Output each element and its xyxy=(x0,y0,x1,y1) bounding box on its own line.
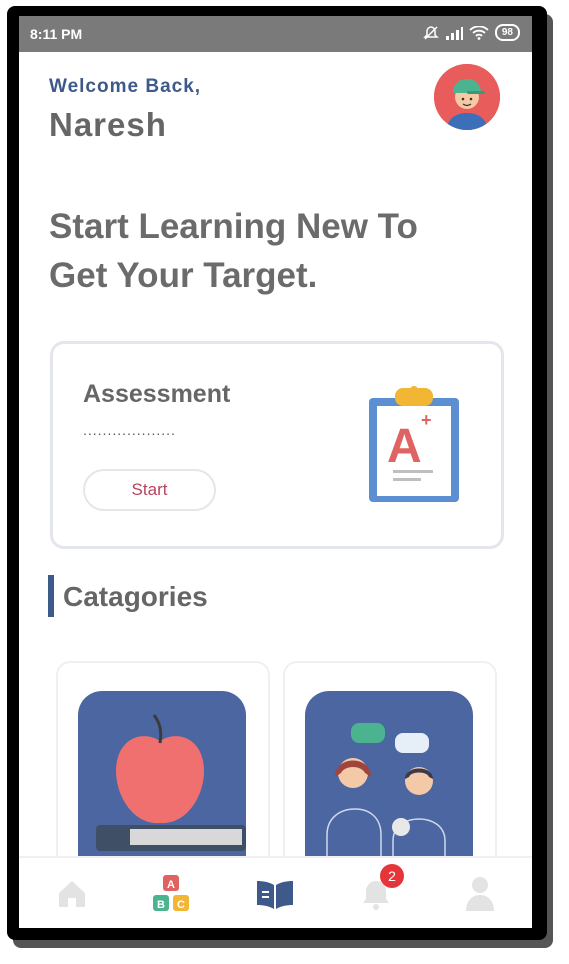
user-name: Naresh xyxy=(49,106,167,143)
signal-icon xyxy=(445,26,463,40)
status-time: 8:11 PM xyxy=(30,26,83,42)
apple-on-book-icon xyxy=(96,714,246,881)
avatar[interactable] xyxy=(434,64,500,130)
nav-library[interactable] xyxy=(253,872,297,916)
nav-abc[interactable]: A B C xyxy=(150,872,194,916)
category-image-speaking xyxy=(305,691,473,881)
open-book-icon xyxy=(257,881,293,909)
nav-notifications[interactable]: 2 xyxy=(354,864,404,916)
mute-bell-icon xyxy=(423,25,439,40)
block-letter-c: C xyxy=(177,899,185,911)
profile-icon xyxy=(466,877,494,911)
clipboard-grade-letter: A xyxy=(387,420,422,473)
assessment-subtitle: ................... xyxy=(83,422,176,438)
page-headline: Start Learning New To Get Your Target. xyxy=(49,207,418,295)
start-button[interactable]: Start xyxy=(83,469,216,511)
assessment-card[interactable]: Assessment ................... Start A + xyxy=(50,341,504,549)
category-image-learning xyxy=(78,691,246,881)
abc-blocks-icon: A B C xyxy=(153,875,189,911)
bottom-nav: A B C 2 xyxy=(19,856,532,928)
people-talking-icon xyxy=(326,723,446,881)
app-screen: 8:11 PM 98 Welcome Back, Naresh Start Le… xyxy=(19,16,532,928)
status-bar: 8:11 PM 98 xyxy=(19,16,532,52)
home-icon xyxy=(59,881,85,907)
status-icons: 98 xyxy=(423,24,520,41)
wifi-icon xyxy=(469,25,489,40)
section-accent-bar xyxy=(48,575,54,617)
clipboard-plus-sign: + xyxy=(421,410,432,430)
block-letter-a: A xyxy=(167,879,175,891)
welcome-text: Welcome Back, xyxy=(49,76,202,97)
battery-icon: 98 xyxy=(494,24,520,41)
nav-home[interactable] xyxy=(50,872,94,916)
clipboard-grade-icon: A + xyxy=(369,386,459,502)
nav-profile[interactable] xyxy=(458,872,502,916)
user-avatar-icon xyxy=(434,64,500,130)
categories-heading: Catagories xyxy=(63,581,208,612)
block-letter-b: B xyxy=(157,899,165,911)
notification-badge: 2 xyxy=(380,864,404,888)
assessment-title: Assessment xyxy=(83,380,231,408)
